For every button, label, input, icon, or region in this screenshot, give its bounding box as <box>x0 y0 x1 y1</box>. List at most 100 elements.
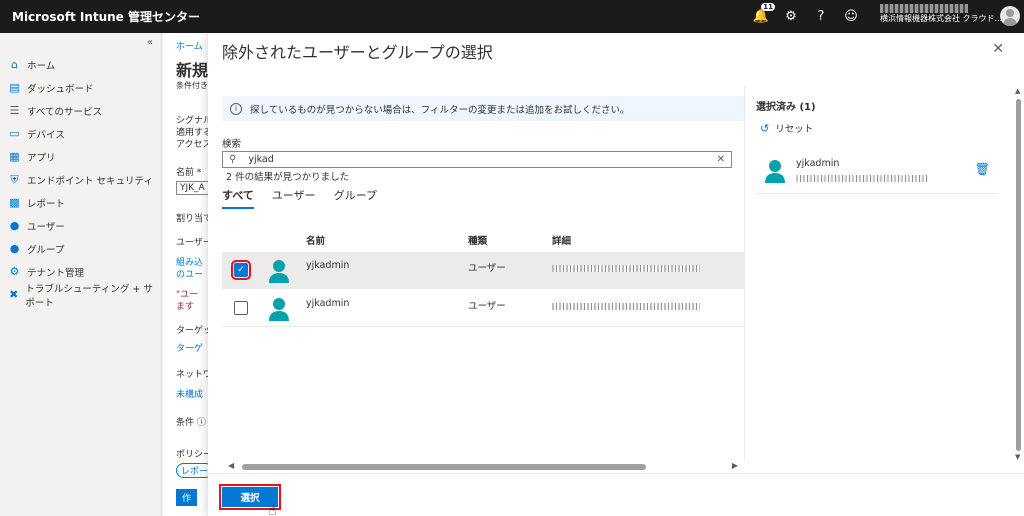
tab-groups[interactable]: グループ <box>334 187 377 209</box>
search-label: 検索 <box>222 139 242 150</box>
top-bar: Microsoft Intune 管理センター <box>0 0 1024 33</box>
breadcrumb[interactable]: ホーム <box>176 39 203 52</box>
sidebar-item-groups[interactable]: ● グループ <box>0 237 162 260</box>
bg-link[interactable]: 未構成 <box>176 387 203 400</box>
divider <box>744 85 745 461</box>
tab-all[interactable]: すべて <box>222 187 254 209</box>
sidebar-item-troubleshoot[interactable]: ✖ トラブルシューティング + サポート <box>0 283 162 309</box>
devices-icon: ▭ <box>9 127 20 140</box>
close-icon[interactable]: ✕ <box>992 41 1004 57</box>
name-label: 名前 * <box>176 168 202 178</box>
select-excluded-panel: 除外されたユーザーとグループの選択 ✕ i 探しているものが見つからない場合は、… <box>208 33 1024 516</box>
horizontal-scrollbar[interactable]: ◀ ▶ <box>222 461 744 473</box>
sidebar-item-users[interactable]: ● ユーザー <box>0 214 162 237</box>
tenant-icon: ⚙ <box>9 265 20 278</box>
sidebar: « ⌂ ホーム ▤ ダッシュボード ☰ すべてのサービス ▭ デバイス ▦ アプリ ⛨ エン… <box>0 33 162 516</box>
page-title: 新規 <box>176 61 209 80</box>
sidebar-item-label: トラブルシューティング + サポート <box>25 283 153 309</box>
bg-text: 条件 ⓘ <box>176 418 206 428</box>
sidebar-item-label: ユーザー <box>27 221 65 233</box>
reset-icon: ↺ <box>760 121 770 135</box>
column-detail[interactable]: 詳細 <box>552 233 571 247</box>
bell-icon[interactable]: 🔔 11 <box>752 2 775 26</box>
bg-text: ユーザー <box>176 238 212 248</box>
avatar[interactable] <box>1000 6 1020 26</box>
scroll-right-icon[interactable]: ▶ <box>732 461 738 470</box>
users-icon: ● <box>9 219 20 232</box>
collapse-icon[interactable]: « <box>147 37 153 48</box>
scroll-thumb[interactable] <box>1016 99 1021 451</box>
sidebar-item-home[interactable]: ⌂ ホーム <box>0 53 162 76</box>
table-row[interactable]: ✓ yjkadmin ユーザー <box>222 252 744 289</box>
search-input[interactable]: ⚲ yjkad ✕ <box>222 151 732 168</box>
account-name-redacted <box>880 4 968 13</box>
row-name: yjkadmin <box>306 298 350 309</box>
account-info[interactable]: 横浜情報機器株式会社 クラウド... <box>880 4 1002 24</box>
selected-item-detail-redacted <box>796 175 928 182</box>
bg-text: 割り当て <box>176 214 213 224</box>
tab-users[interactable]: ユーザー <box>272 187 316 209</box>
sidebar-item-apps[interactable]: ▦ アプリ <box>0 145 162 168</box>
table-row[interactable]: yjkadmin ユーザー <box>222 290 744 327</box>
sidebar-item-label: エンドポイント セキュリティ <box>27 175 153 187</box>
gear-icon[interactable]: ⚙ <box>782 8 800 26</box>
vertical-scrollbar[interactable]: ▲ ▼ <box>1014 87 1022 473</box>
filter-tabs: すべて ユーザー グループ <box>222 187 377 209</box>
scroll-thumb[interactable] <box>242 464 646 470</box>
reset-button[interactable]: ↺ リセット <box>760 121 814 136</box>
reports-icon: ▩ <box>9 196 20 209</box>
info-icon: i <box>230 102 242 115</box>
sidebar-item-label: アプリ <box>27 152 56 164</box>
troubleshoot-icon: ✖ <box>9 288 19 301</box>
row-detail-redacted <box>552 265 700 272</box>
user-icon <box>765 160 785 183</box>
sidebar-item-devices[interactable]: ▭ デバイス <box>0 122 162 145</box>
sidebar-item-label: デバイス <box>27 129 65 141</box>
user-icon <box>269 260 289 283</box>
bg-link[interactable]: のユー <box>176 267 203 280</box>
sidebar-item-all-services[interactable]: ☰ すべてのサービス <box>0 99 162 122</box>
scroll-left-icon[interactable]: ◀ <box>228 461 234 470</box>
info-banner: i 探しているものが見つからない場合は、フィルターの変更または追加をお試しくださ… <box>222 96 744 121</box>
dashboard-icon: ▤ <box>9 81 20 94</box>
table-header: 名前 種類 詳細 <box>222 228 744 252</box>
scroll-down-icon[interactable]: ▼ <box>1015 453 1020 461</box>
feedback-icon[interactable]: ☺ <box>842 8 860 26</box>
result-count: 2 件の結果が見つかりました <box>226 172 350 183</box>
endpoint-security-icon: ⛨ <box>10 172 19 186</box>
home-icon: ⌂ <box>11 58 18 71</box>
column-name[interactable]: 名前 <box>306 233 325 247</box>
account-org: 横浜情報機器株式会社 クラウド... <box>880 14 1003 23</box>
row-name: yjkadmin <box>306 260 350 271</box>
app-title[interactable]: Microsoft Intune 管理センター <box>0 8 200 25</box>
sidebar-item-dashboard[interactable]: ▤ ダッシュボード <box>0 76 162 99</box>
scroll-up-icon[interactable]: ▲ <box>1015 87 1020 95</box>
name-field[interactable]: YJK_A <box>176 181 209 195</box>
row-checkbox[interactable]: ✓ <box>231 260 251 280</box>
selected-item-name: yjkadmin <box>796 158 840 169</box>
user-icon <box>269 298 289 321</box>
top-icons: 🔔 11 ⚙ ? ☺ <box>752 0 860 33</box>
apps-icon: ▦ <box>9 150 20 163</box>
search-value[interactable]: yjkad <box>248 154 716 165</box>
help-icon[interactable]: ? <box>812 8 830 26</box>
sidebar-item-label: すべてのサービス <box>27 106 102 118</box>
row-checkbox[interactable] <box>234 301 248 315</box>
groups-icon: ● <box>9 242 20 255</box>
row-detail-redacted <box>552 303 700 310</box>
column-type[interactable]: 種類 <box>468 233 487 247</box>
create-button[interactable]: 作 <box>176 489 198 506</box>
sidebar-item-endpoint-security[interactable]: ⛨ エンドポイント セキュリティ <box>0 168 162 191</box>
bg-link[interactable]: ターゲ <box>176 341 203 354</box>
sidebar-item-reports[interactable]: ▩ レポート <box>0 191 162 214</box>
notification-badge: 11 <box>761 2 775 11</box>
clear-icon[interactable]: ✕ <box>717 154 731 165</box>
bg-error: ます <box>176 302 195 312</box>
trash-icon[interactable]: 🗑 <box>975 162 990 176</box>
reset-label: リセット <box>775 124 814 135</box>
sidebar-item-label: グループ <box>27 244 65 256</box>
row-type: ユーザー <box>468 301 506 312</box>
bg-text: アクセス <box>176 140 212 150</box>
sidebar-item-label: ホーム <box>27 60 56 72</box>
selected-title: 選択済み (1) <box>756 102 816 113</box>
